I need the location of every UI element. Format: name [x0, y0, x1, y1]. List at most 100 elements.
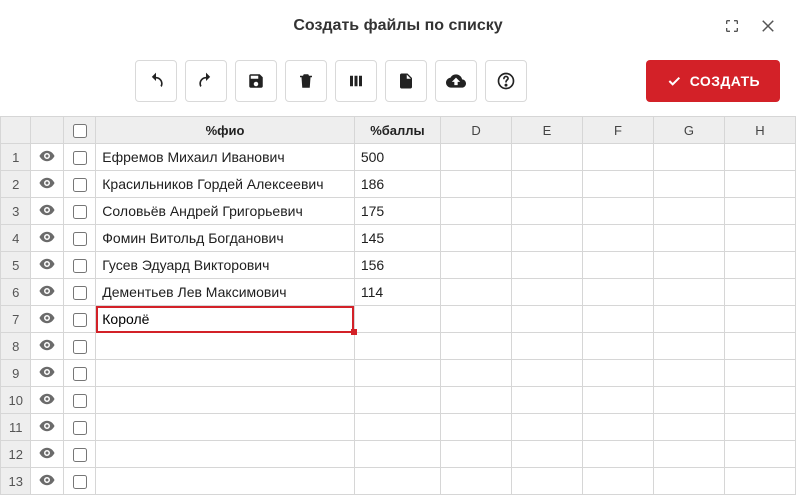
- cell-fio[interactable]: Соловьёв Андрей Григорьевич: [96, 198, 355, 225]
- fill-handle[interactable]: [351, 329, 357, 335]
- create-button[interactable]: СОЗДАТЬ: [646, 60, 780, 102]
- cell-empty[interactable]: [653, 387, 724, 414]
- cell-empty[interactable]: [653, 468, 724, 495]
- cell-score[interactable]: [354, 414, 440, 441]
- cell-empty[interactable]: [653, 360, 724, 387]
- cell-score[interactable]: 114: [354, 279, 440, 306]
- fullscreen-icon[interactable]: [720, 14, 744, 38]
- cell-score[interactable]: [354, 387, 440, 414]
- cell-empty[interactable]: [724, 144, 795, 171]
- cell-fio[interactable]: [96, 441, 355, 468]
- cell-empty[interactable]: [441, 198, 512, 225]
- cell-score[interactable]: 186: [354, 171, 440, 198]
- col-d-header[interactable]: D: [441, 117, 512, 144]
- cell-fio[interactable]: [96, 306, 355, 333]
- row-number[interactable]: 6: [1, 279, 31, 306]
- checkbox-header[interactable]: [63, 117, 95, 144]
- cell-fio[interactable]: Ефремов Михаил Иванович: [96, 144, 355, 171]
- cell-empty[interactable]: [512, 441, 583, 468]
- cell-empty[interactable]: [441, 279, 512, 306]
- row-checkbox[interactable]: [73, 394, 87, 408]
- row-checkbox[interactable]: [73, 340, 87, 354]
- cell-score[interactable]: [354, 360, 440, 387]
- cell-score[interactable]: [354, 468, 440, 495]
- cell-empty[interactable]: [512, 144, 583, 171]
- cell-empty[interactable]: [512, 306, 583, 333]
- row-checkbox[interactable]: [73, 286, 87, 300]
- row-number[interactable]: 13: [1, 468, 31, 495]
- cell-empty[interactable]: [582, 333, 653, 360]
- cell-empty[interactable]: [441, 468, 512, 495]
- cell-empty[interactable]: [724, 225, 795, 252]
- row-number[interactable]: 2: [1, 171, 31, 198]
- cell-empty[interactable]: [653, 441, 724, 468]
- cell-empty[interactable]: [582, 306, 653, 333]
- col-fio-header[interactable]: %фио: [96, 117, 355, 144]
- cell-fio[interactable]: Фомин Витольд Богданович: [96, 225, 355, 252]
- cell-empty[interactable]: [441, 387, 512, 414]
- cell-empty[interactable]: [724, 171, 795, 198]
- cell-empty[interactable]: [582, 279, 653, 306]
- cell-empty[interactable]: [512, 225, 583, 252]
- col-e-header[interactable]: E: [512, 117, 583, 144]
- cell-empty[interactable]: [724, 198, 795, 225]
- cell-empty[interactable]: [441, 225, 512, 252]
- select-all-checkbox[interactable]: [73, 124, 87, 138]
- row-checkbox[interactable]: [73, 151, 87, 165]
- cell-score[interactable]: [354, 441, 440, 468]
- visibility-toggle[interactable]: [31, 333, 63, 360]
- cell-fio[interactable]: [96, 468, 355, 495]
- cell-fio[interactable]: [96, 360, 355, 387]
- row-number[interactable]: 12: [1, 441, 31, 468]
- columns-button[interactable]: [335, 60, 377, 102]
- cell-empty[interactable]: [441, 441, 512, 468]
- row-number[interactable]: 11: [1, 414, 31, 441]
- cell-score[interactable]: 175: [354, 198, 440, 225]
- visibility-toggle[interactable]: [31, 279, 63, 306]
- row-checkbox[interactable]: [73, 421, 87, 435]
- visibility-toggle[interactable]: [31, 225, 63, 252]
- row-checkbox[interactable]: [73, 178, 87, 192]
- cell-empty[interactable]: [724, 387, 795, 414]
- visibility-toggle[interactable]: [31, 252, 63, 279]
- close-icon[interactable]: [756, 14, 780, 38]
- clear-button[interactable]: [285, 60, 327, 102]
- cell-empty[interactable]: [582, 144, 653, 171]
- cell-empty[interactable]: [653, 252, 724, 279]
- redo-button[interactable]: [185, 60, 227, 102]
- cell-empty[interactable]: [512, 360, 583, 387]
- cell-empty[interactable]: [653, 414, 724, 441]
- row-number[interactable]: 1: [1, 144, 31, 171]
- cell-empty[interactable]: [724, 414, 795, 441]
- row-number[interactable]: 9: [1, 360, 31, 387]
- help-button[interactable]: [485, 60, 527, 102]
- cell-empty[interactable]: [441, 144, 512, 171]
- row-checkbox[interactable]: [73, 259, 87, 273]
- row-checkbox[interactable]: [73, 313, 87, 327]
- cell-empty[interactable]: [653, 333, 724, 360]
- undo-button[interactable]: [135, 60, 177, 102]
- cell-empty[interactable]: [653, 225, 724, 252]
- corner-cell[interactable]: [1, 117, 31, 144]
- file-button[interactable]: [385, 60, 427, 102]
- cloud-upload-button[interactable]: [435, 60, 477, 102]
- cell-empty[interactable]: [582, 387, 653, 414]
- cell-empty[interactable]: [582, 252, 653, 279]
- col-h-header[interactable]: H: [724, 117, 795, 144]
- cell-empty[interactable]: [512, 387, 583, 414]
- cell-empty[interactable]: [512, 414, 583, 441]
- cell-empty[interactable]: [441, 171, 512, 198]
- cell-empty[interactable]: [582, 171, 653, 198]
- cell-editor[interactable]: [96, 306, 354, 332]
- visibility-toggle[interactable]: [31, 198, 63, 225]
- cell-empty[interactable]: [724, 333, 795, 360]
- visibility-toggle[interactable]: [31, 468, 63, 495]
- cell-empty[interactable]: [441, 252, 512, 279]
- cell-empty[interactable]: [512, 468, 583, 495]
- cell-fio[interactable]: Красильников Гордей Алексеевич: [96, 171, 355, 198]
- cell-empty[interactable]: [653, 198, 724, 225]
- cell-empty[interactable]: [441, 360, 512, 387]
- cell-fio[interactable]: [96, 333, 355, 360]
- cell-score[interactable]: [354, 306, 440, 333]
- row-checkbox[interactable]: [73, 232, 87, 246]
